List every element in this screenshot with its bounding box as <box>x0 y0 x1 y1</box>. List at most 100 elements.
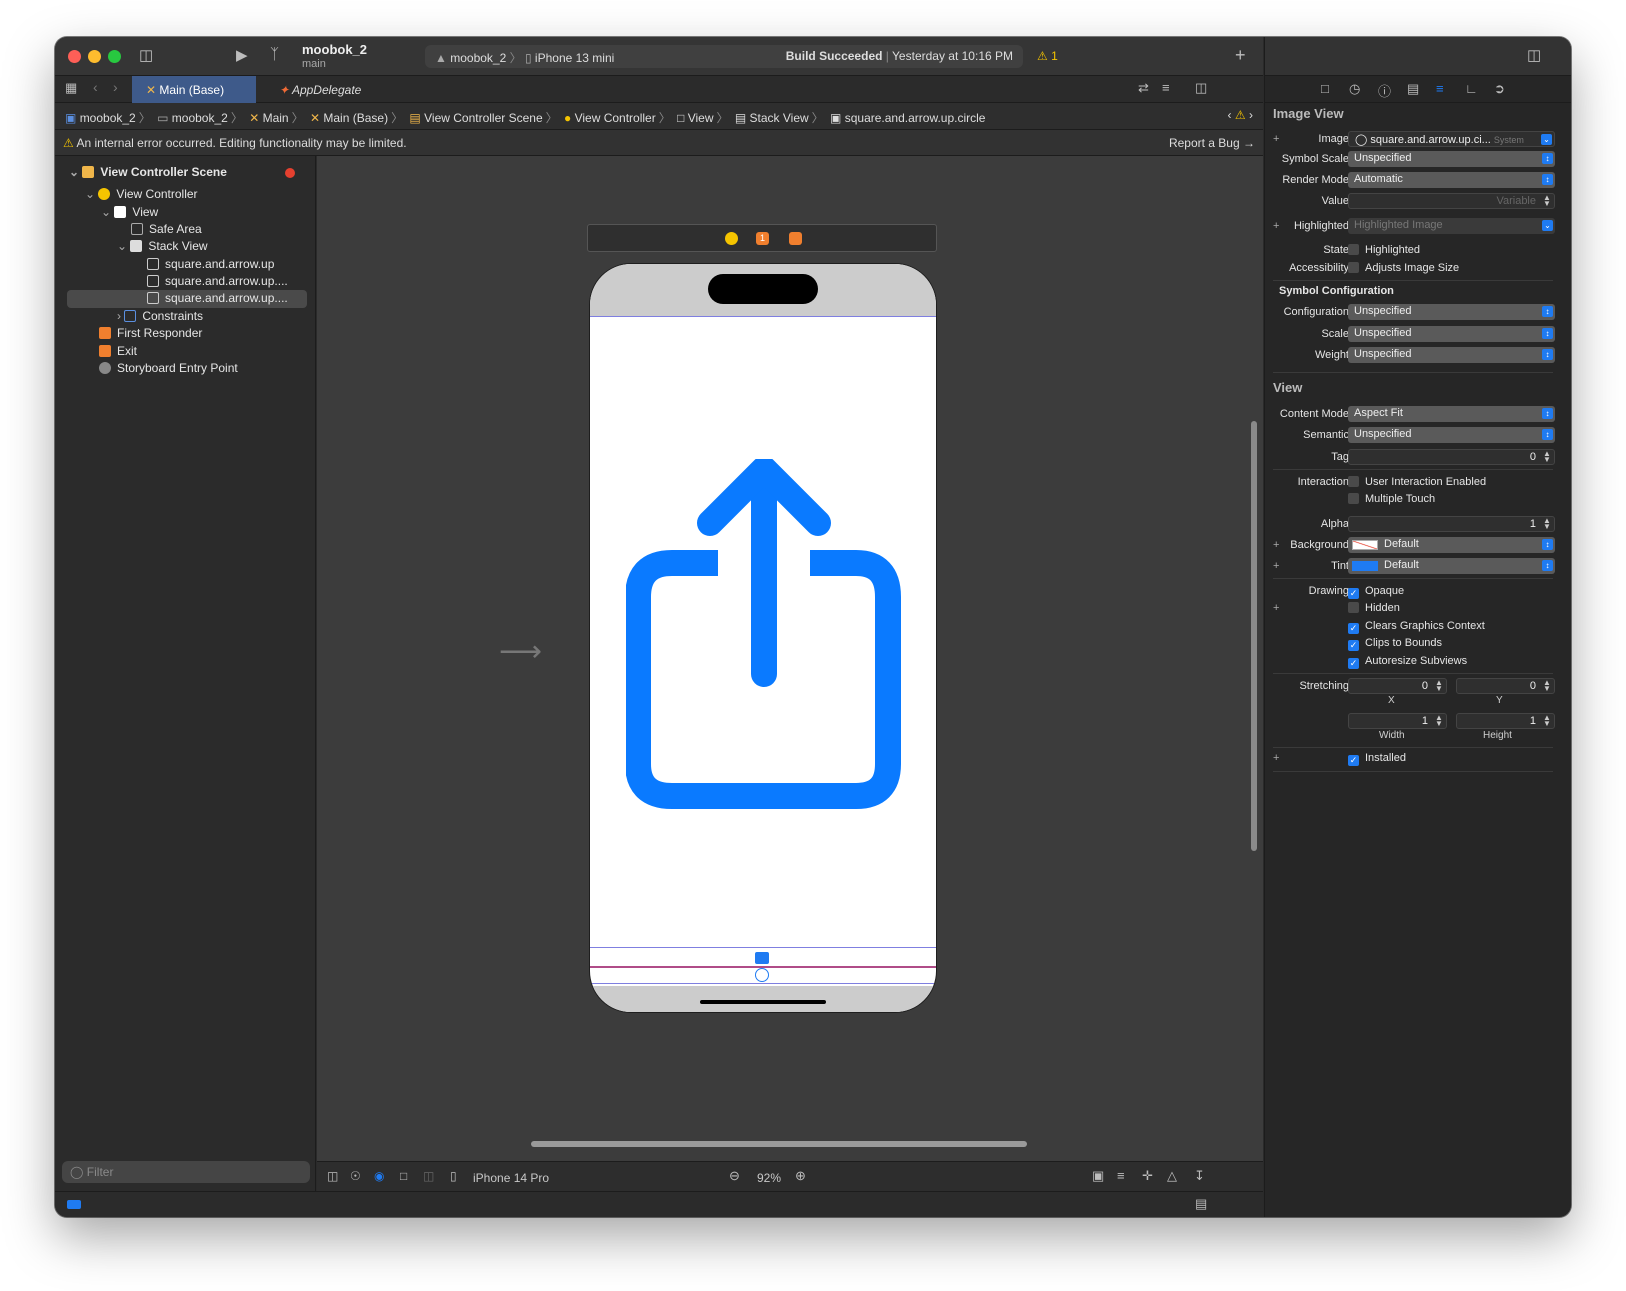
stepper-icon[interactable]: ▲ ▼ <box>1542 517 1552 531</box>
accessibility-icon[interactable]: ◉ <box>374 1169 384 1183</box>
alpha-field[interactable]: 1 ▲ ▼ <box>1348 516 1555 532</box>
breadcrumb-item[interactable]: View <box>688 111 714 125</box>
inspector-toggle-icon[interactable]: ◫ <box>1527 46 1541 64</box>
help-icon[interactable]: ⓘ <box>1378 81 1391 100</box>
device-selector[interactable]: iPhone 14 Pro <box>473 1171 549 1185</box>
outline-item-scene[interactable]: ⌄ View Controller Scene <box>69 165 227 182</box>
stretch-height-field[interactable]: 1 ▲ ▼ <box>1456 713 1555 729</box>
opaque-checkbox[interactable]: ✓ Opaque <box>1348 585 1404 599</box>
semantic-popup[interactable]: Unspecified ↕ <box>1348 427 1555 443</box>
symbol-scale-popup[interactable]: Unspecified ↕ <box>1348 151 1555 167</box>
lines-icon[interactable]: ≡ <box>1162 80 1170 95</box>
installed-checkbox[interactable]: ✓ Installed <box>1348 752 1406 766</box>
branch-name[interactable]: main <box>302 58 326 70</box>
entry-point-arrow[interactable]: ⟶ <box>499 634 542 669</box>
file-icon[interactable]: □ <box>1321 81 1329 96</box>
minimize-button[interactable] <box>88 50 101 63</box>
filter-field[interactable]: ◯ Filter <box>62 1161 310 1183</box>
layout-icon[interactable]: ◫ <box>423 1169 434 1183</box>
hidden-checkbox[interactable]: Hidden <box>1348 602 1400 614</box>
zoom-button[interactable] <box>108 50 121 63</box>
breadcrumb-item[interactable]: moobok_2 <box>172 111 228 125</box>
stepper-icon[interactable]: ▲ ▼ <box>1542 194 1552 208</box>
connections-icon[interactable]: ➲ <box>1494 81 1505 97</box>
report-bug-link[interactable]: Report a Bug → <box>1169 136 1255 150</box>
grid-icon[interactable]: ▦ <box>65 80 77 96</box>
adjusts-image-size-checkbox[interactable]: Adjusts Image Size <box>1348 262 1459 274</box>
outline-item-image-2[interactable]: square.and.arrow.up.... <box>147 274 288 291</box>
tab-appdelegate[interactable]: ✦ AppDelegate <box>265 76 375 103</box>
outline-toggle-icon[interactable]: ◫ <box>327 1169 338 1183</box>
outline-item-view[interactable]: ⌄ View <box>101 205 158 222</box>
add-variation-icon[interactable]: + <box>1273 560 1279 572</box>
view-controller-icon[interactable] <box>725 232 738 245</box>
size-icon[interactable]: ∟ <box>1465 81 1478 96</box>
resolve-issues-icon[interactable]: △ <box>1167 1168 1177 1184</box>
background-popup[interactable]: Default ↕ <box>1348 537 1555 553</box>
add-variation-icon[interactable]: + <box>1273 220 1279 232</box>
horizontal-scrollbar[interactable] <box>531 1141 1027 1147</box>
tab-main-base[interactable]: ✕ Main (Base) <box>132 76 256 103</box>
breadcrumb-item[interactable]: Main (Base) <box>323 111 388 125</box>
split-editor-icon[interactable]: ◫ <box>1195 80 1207 96</box>
outline-item-entry-point[interactable]: Storyboard Entry Point <box>99 361 238 378</box>
render-mode-popup[interactable]: Automatic ↕ <box>1348 172 1555 188</box>
update-frames-icon[interactable]: ▣ <box>1092 1168 1104 1184</box>
stepper-icon[interactable]: ▲ ▼ <box>1434 714 1444 728</box>
warning-icon[interactable]: ⚠ <box>1235 108 1246 122</box>
multiple-touch-checkbox[interactable]: Multiple Touch <box>1348 493 1435 505</box>
back-icon[interactable]: ‹ <box>93 79 98 95</box>
autoresize-checkbox[interactable]: ✓ Autoresize Subviews <box>1348 655 1467 669</box>
close-button[interactable] <box>68 50 81 63</box>
add-icon[interactable]: + <box>1235 45 1246 66</box>
sidebar-toggle-icon[interactable]: ◫ <box>139 46 153 64</box>
circle-symbol-handle[interactable] <box>755 968 769 982</box>
stepper-icon[interactable]: ▲ ▼ <box>1434 679 1444 693</box>
vertical-scrollbar[interactable] <box>1251 421 1257 851</box>
embed-icon[interactable]: ↧ <box>1194 1168 1205 1184</box>
outline-item-image-3[interactable]: square.and.arrow.up.... <box>67 290 307 308</box>
stepper-icon[interactable]: ▲ ▼ <box>1542 679 1552 693</box>
breadcrumb-item[interactable]: square.and.arrow.up.circle <box>845 111 986 125</box>
exit-icon[interactable] <box>789 232 802 245</box>
content-mode-popup[interactable]: Aspect Fit ↕ <box>1348 406 1555 422</box>
breadcrumb-item[interactable]: View Controller Scene <box>424 111 543 125</box>
project-name[interactable]: moobok_2 <box>302 42 367 57</box>
activity-icon[interactable] <box>67 1200 81 1209</box>
breadcrumb-item[interactable]: Main <box>263 111 289 125</box>
add-variation-icon[interactable]: + <box>1273 539 1279 551</box>
branch-icon[interactable]: ᛉ <box>270 46 279 63</box>
attributes-icon[interactable]: ≡ <box>1436 81 1444 96</box>
error-icon[interactable] <box>285 168 295 178</box>
outline-item-stack-view[interactable]: ⌄ Stack View <box>117 239 208 256</box>
device-icon[interactable]: ▯ <box>450 1169 457 1183</box>
forward-icon[interactable]: › <box>113 79 118 95</box>
orientation-icon[interactable]: □ <box>400 1169 407 1183</box>
scheme-device[interactable]: iPhone 13 mini <box>535 51 614 65</box>
swap-icon[interactable]: ⇄ <box>1138 80 1149 96</box>
appearance-icon[interactable]: ☉ <box>350 1169 361 1183</box>
value-field[interactable]: Variable ▲ ▼ <box>1348 193 1555 209</box>
zoom-out-icon[interactable]: ⊖ <box>729 1168 740 1184</box>
weight-popup[interactable]: Unspecified ↕ <box>1348 347 1555 363</box>
zoom-in-icon[interactable]: ⊕ <box>795 1168 806 1184</box>
clears-context-checkbox[interactable]: ✓ Clears Graphics Context <box>1348 620 1485 634</box>
scheme-target[interactable]: moobok_2 <box>450 51 506 65</box>
zoom-level[interactable]: 92% <box>757 1171 781 1185</box>
highlighted-checkbox[interactable]: Highlighted <box>1348 244 1420 256</box>
align-icon[interactable]: ≡ <box>1117 1168 1125 1183</box>
outline-item-safe-area[interactable]: Safe Area <box>131 222 202 239</box>
stretch-width-field[interactable]: 1 ▲ ▼ <box>1348 713 1447 729</box>
tag-field[interactable]: 0 ▲ ▼ <box>1348 449 1555 465</box>
highlighted-image-popup[interactable]: Highlighted Image ⌄ <box>1348 218 1555 234</box>
identity-icon[interactable]: ▤ <box>1407 81 1419 97</box>
outline-item-view-controller[interactable]: ⌄ View Controller <box>85 187 198 204</box>
outline-item-first-responder[interactable]: First Responder <box>99 326 202 343</box>
scale-popup[interactable]: Unspecified ↕ <box>1348 326 1555 342</box>
add-variation-icon[interactable]: + <box>1273 602 1279 614</box>
stretch-x-field[interactable]: 0 ▲ ▼ <box>1348 678 1447 694</box>
configuration-popup[interactable]: Unspecified ↕ <box>1348 304 1555 320</box>
share-symbol-icon[interactable] <box>626 459 902 809</box>
add-variation-icon[interactable]: + <box>1273 133 1279 145</box>
history-icon[interactable]: ◷ <box>1349 81 1360 97</box>
